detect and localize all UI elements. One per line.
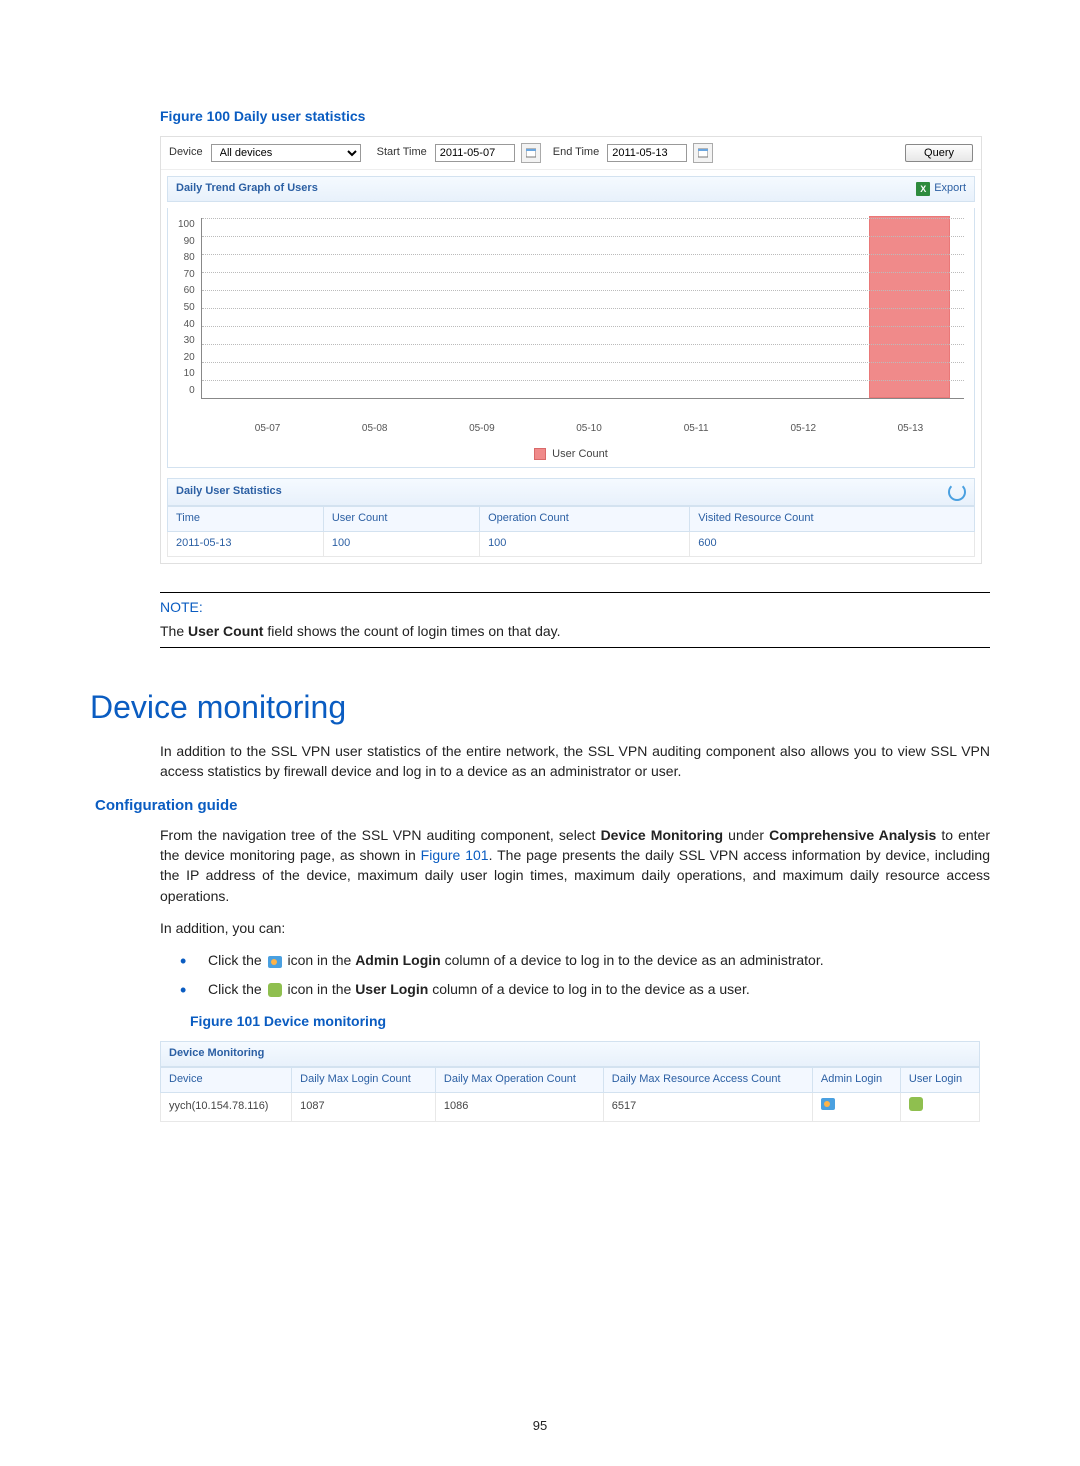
legend-swatch-icon — [534, 448, 546, 460]
col-user: User Login — [900, 1068, 979, 1093]
end-date-picker-icon[interactable] — [693, 143, 713, 163]
export-link[interactable]: X Export — [916, 181, 966, 197]
col-device: Device — [161, 1068, 292, 1093]
cell-vr-count[interactable]: 600 — [690, 531, 975, 556]
config-guide-heading: Configuration guide — [95, 795, 990, 817]
note-rule-bottom — [160, 647, 990, 648]
stats-table: Time User Count Operation Count Visited … — [167, 506, 975, 557]
legend-label: User Count — [552, 448, 608, 460]
col-admin: Admin Login — [812, 1068, 900, 1093]
figure-100-panel: Device All devices Start Time End Time Q… — [160, 136, 982, 563]
start-time-input[interactable] — [435, 144, 515, 162]
cell-op: 1086 — [435, 1093, 603, 1122]
cell-user-login[interactable] — [900, 1093, 979, 1122]
chart-container: 1009080706050403020100 05-0705-0805-0905… — [167, 208, 975, 467]
col-user-count: User Count — [323, 506, 479, 531]
device-select[interactable]: All devices — [211, 144, 361, 162]
stats-title: Daily User Statistics — [176, 484, 282, 500]
note-text: The User Count field shows the count of … — [160, 621, 990, 641]
admin-login-icon — [268, 956, 282, 968]
col-res: Daily Max Resource Access Count — [603, 1068, 812, 1093]
figure-101-panel: Device Monitoring Device Daily Max Login… — [160, 1041, 980, 1122]
export-label: Export — [934, 181, 966, 197]
note-label: NOTE: — [160, 597, 990, 617]
trend-title: Daily Trend Graph of Users — [176, 181, 318, 197]
cell-time[interactable]: 2011-05-13 — [168, 531, 324, 556]
filter-bar: Device All devices Start Time End Time Q… — [161, 137, 981, 170]
device-monitoring-table: Device Daily Max Login Count Daily Max O… — [160, 1067, 980, 1122]
section-heading: Device monitoring — [90, 684, 990, 730]
config-paragraph-1: From the navigation tree of the SSL VPN … — [160, 825, 990, 906]
cell-admin-login[interactable] — [812, 1093, 900, 1122]
chart-legend: User Count — [178, 447, 964, 463]
refresh-icon[interactable] — [948, 483, 966, 501]
col-time: Time — [168, 506, 324, 531]
device-label: Device — [169, 145, 205, 161]
table-row: yych(10.154.78.116) 1087 1086 6517 — [161, 1093, 980, 1122]
start-date-picker-icon[interactable] — [521, 143, 541, 163]
chart-plot — [201, 218, 964, 399]
trend-section-header: Daily Trend Graph of Users X Export — [167, 176, 975, 202]
table-row: 2011-05-13 100 100 600 — [168, 531, 975, 556]
chart-y-axis: 1009080706050403020100 — [178, 218, 201, 398]
chart-x-axis: 05-0705-0805-0905-1005-1105-1205-13 — [214, 422, 964, 437]
col-vr-count: Visited Resource Count — [690, 506, 975, 531]
note-rule-top — [160, 592, 990, 593]
end-time-label: End Time — [553, 145, 601, 161]
figure-101-link[interactable]: Figure 101 — [421, 847, 489, 863]
excel-icon: X — [916, 182, 930, 196]
user-login-icon — [268, 983, 282, 997]
query-button[interactable]: Query — [905, 144, 973, 162]
col-op-count: Operation Count — [480, 506, 690, 531]
bullet-user-login: Click the icon in the User Login column … — [180, 979, 990, 999]
admin-login-row-icon — [821, 1098, 835, 1110]
config-paragraph-2: In addition, you can: — [160, 918, 990, 938]
col-login: Daily Max Login Count — [292, 1068, 436, 1093]
user-login-row-icon — [909, 1097, 923, 1111]
page-number: 95 — [0, 1417, 1080, 1436]
intro-paragraph: In addition to the SSL VPN user statisti… — [160, 741, 990, 782]
cell-op-count[interactable]: 100 — [480, 531, 690, 556]
cell-res: 6517 — [603, 1093, 812, 1122]
stats-section-header: Daily User Statistics — [167, 478, 975, 506]
cell-user-count[interactable]: 100 — [323, 531, 479, 556]
bullet-list: Click the icon in the Admin Login column… — [180, 950, 990, 999]
device-monitoring-title: Device Monitoring — [160, 1041, 980, 1067]
figure-101-caption: Figure 101 Device monitoring — [190, 1011, 990, 1031]
end-time-input[interactable] — [607, 144, 687, 162]
col-op: Daily Max Operation Count — [435, 1068, 603, 1093]
bullet-admin-login: Click the icon in the Admin Login column… — [180, 950, 990, 970]
cell-device: yych(10.154.78.116) — [161, 1093, 292, 1122]
start-time-label: Start Time — [377, 145, 429, 161]
cell-login: 1087 — [292, 1093, 436, 1122]
figure-100-caption: Figure 100 Daily user statistics — [160, 106, 990, 126]
